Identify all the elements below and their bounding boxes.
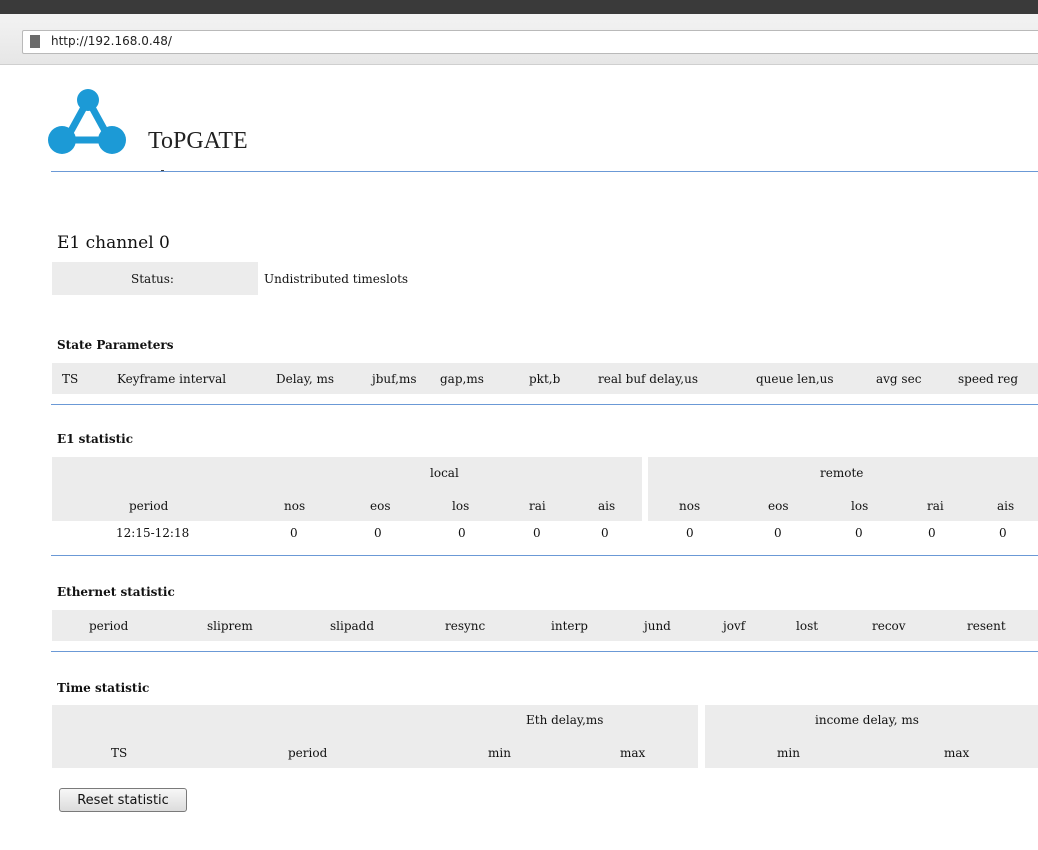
table-row-cell: 0: [928, 526, 936, 540]
col-speed-reg: speed reg: [958, 372, 1019, 386]
address-bar[interactable]: http://192.168.0.48/: [22, 30, 1038, 54]
status-label: Status:: [131, 272, 174, 286]
e1-col-local-los: los: [452, 499, 470, 513]
col-avg-sec: avg sec: [876, 372, 922, 386]
time-group-income-delay: income delay, ms: [815, 713, 919, 727]
time-col-income-max: max: [944, 746, 970, 760]
topgate-logo-icon: [48, 89, 126, 154]
eth-col-period: period: [89, 619, 129, 633]
table-row-cell: 0: [601, 526, 609, 540]
eth-col-interp: interp: [551, 619, 588, 633]
time-statistic-title: Time statistic: [57, 681, 150, 695]
table-row-cell: 0: [533, 526, 541, 540]
e1-col-remote-rai: rai: [927, 499, 944, 513]
table-row-cell: 0: [458, 526, 466, 540]
eth-col-resent: resent: [967, 619, 1006, 633]
page-icon: [30, 35, 40, 48]
col-pkt: pkt,b: [529, 372, 561, 386]
e1-col-remote-eos: eos: [768, 499, 789, 513]
e1-col-remote-los: los: [851, 499, 869, 513]
e1-group-remote: remote: [820, 466, 864, 480]
section-divider: [51, 555, 1038, 556]
table-row-cell: 0: [999, 526, 1007, 540]
e1-col-local-nos: nos: [284, 499, 306, 513]
time-col-ts: TS: [111, 746, 128, 760]
e1-statistic-title: E1 statistic: [57, 432, 134, 446]
state-parameters-title: State Parameters: [57, 338, 174, 352]
channel-title: E1 channel 0: [57, 233, 170, 253]
status-value: Undistributed timeslots: [264, 272, 409, 286]
e1-col-remote-ais: ais: [997, 499, 1015, 513]
url-text[interactable]: http://192.168.0.48/: [51, 34, 172, 48]
time-group-eth-delay: Eth delay,ms: [526, 713, 604, 727]
table-row-cell: 0: [374, 526, 382, 540]
table-row-cell: 0: [855, 526, 863, 540]
col-real-buf-delay: real buf delay,us: [598, 372, 698, 386]
col-keyframe-interval: Keyframe interval: [117, 372, 227, 386]
eth-col-jund: jund: [644, 619, 671, 633]
brand-name: ToPGATE: [148, 128, 248, 154]
e1-col-local-eos: eos: [370, 499, 391, 513]
e1-group-local: local: [430, 466, 459, 480]
time-col-income-min: min: [777, 746, 800, 760]
browser-title-bar: [0, 0, 1038, 14]
col-gap: gap,ms: [440, 372, 484, 386]
col-delay: Delay, ms: [276, 372, 335, 386]
table-row-cell: 0: [686, 526, 694, 540]
col-jbuf: jbuf,ms: [372, 372, 417, 386]
table-row-cell: 0: [774, 526, 782, 540]
time-col-eth-max: max: [620, 746, 646, 760]
eth-col-recov: recov: [872, 619, 906, 633]
eth-col-sliprem: sliprem: [207, 619, 253, 633]
e1-col-remote-nos: nos: [679, 499, 701, 513]
time-col-eth-min: min: [488, 746, 511, 760]
e1-col-local-rai: rai: [529, 499, 546, 513]
section-divider: [51, 404, 1038, 405]
ethernet-statistic-title: Ethernet statistic: [57, 585, 175, 599]
browser-toolbar: http://192.168.0.48/: [0, 14, 1038, 65]
col-queue-len: queue len,us: [756, 372, 834, 386]
col-ts: TS: [62, 372, 79, 386]
time-col-period: period: [288, 746, 328, 760]
header-divider: [51, 171, 1038, 172]
eth-col-jovf: jovf: [723, 619, 746, 633]
e1-col-period: period: [129, 499, 169, 513]
eth-col-resync: resync: [445, 619, 486, 633]
eth-col-slipadd: slipadd: [330, 619, 375, 633]
section-divider: [51, 651, 1038, 652]
table-row-cell-period: 12:15-12:18: [116, 526, 190, 540]
e1-col-local-ais: ais: [598, 499, 616, 513]
reset-statistic-button[interactable]: Reset statistic: [59, 788, 187, 812]
eth-col-lost: lost: [796, 619, 819, 633]
table-row-cell: 0: [290, 526, 298, 540]
